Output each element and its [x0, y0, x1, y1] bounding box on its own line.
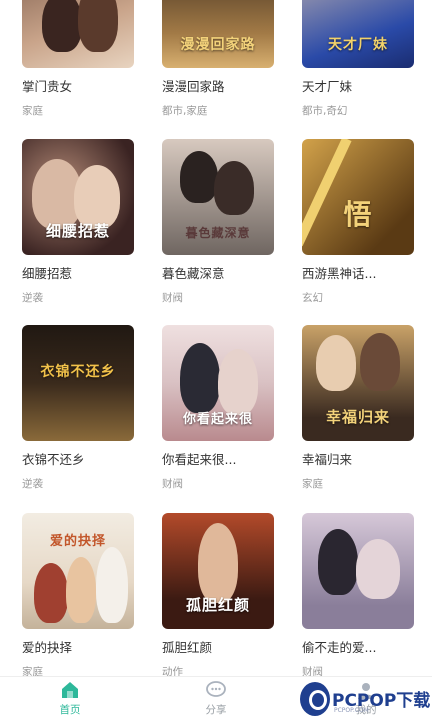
home-icon	[59, 680, 81, 700]
drama-title: 漫漫回家路	[162, 79, 225, 94]
drama-card[interactable]: 悟 西游黑神话... 玄幻	[302, 139, 414, 305]
drama-poster[interactable]: 天才厂妹	[302, 0, 414, 68]
drama-title: 暮色藏深意	[162, 266, 225, 281]
drama-title: 细腰招惹	[22, 266, 73, 281]
watermark-sub: PCPOP.COM	[334, 707, 369, 714]
drama-title: 你看起来很...	[162, 452, 237, 467]
drama-card[interactable]: 细腰招惹 细腰招惹 逆袭	[22, 139, 134, 305]
poster-title: 爱的抉择	[49, 534, 106, 549]
nav-home[interactable]: 首页	[40, 680, 100, 717]
poster-title: 细腰招惹	[45, 222, 110, 240]
drama-title: 幸福归来	[302, 452, 353, 467]
pcpop-logo-icon	[300, 682, 330, 716]
drama-tag: 财阀	[162, 292, 183, 304]
poster-title: 衣锦不还乡	[40, 364, 116, 380]
nav-share-label: 分享	[205, 704, 227, 716]
poster-title: 孤胆红颜	[185, 596, 250, 614]
drama-poster[interactable]: 孤胆红颜	[162, 513, 274, 629]
drama-poster[interactable]: 爱的抉择	[22, 513, 134, 629]
drama-poster[interactable]	[302, 513, 414, 629]
pcpop-watermark: PCPOP下载 PCPOP.COM	[300, 680, 432, 720]
drama-poster[interactable]: 漫漫回家路	[162, 0, 274, 68]
drama-title: 西游黑神话...	[302, 266, 377, 281]
drama-card[interactable]: 你看起来很 你看起来很... 财阀	[162, 325, 274, 491]
poster-title: 漫漫回家路	[180, 37, 256, 53]
chat-bubble-icon	[205, 680, 227, 700]
drama-poster[interactable]	[22, 0, 134, 68]
poster-title: 悟	[343, 198, 373, 231]
drama-card[interactable]: 掌门贵女 家庭	[22, 0, 134, 118]
drama-card[interactable]: 孤胆红颜 孤胆红颜 动作	[162, 513, 274, 679]
drama-tag: 逆袭	[22, 478, 43, 490]
drama-card[interactable]: 暮色藏深意 暮色藏深意 财阀	[162, 139, 274, 305]
drama-poster[interactable]: 衣锦不还乡	[22, 325, 134, 441]
drama-card[interactable]: 爱的抉择 爱的抉择 家庭	[22, 513, 134, 679]
drama-title: 偷不走的爱...	[302, 640, 377, 655]
poster-title: 幸福归来	[325, 408, 390, 426]
nav-home-label: 首页	[59, 704, 81, 716]
drama-tag: 家庭	[302, 478, 323, 490]
drama-title: 衣锦不还乡	[22, 452, 85, 467]
poster-title: 你看起来很	[182, 412, 253, 427]
drama-tag: 逆袭	[22, 292, 43, 304]
nav-share[interactable]: 分享	[186, 680, 246, 717]
drama-card[interactable]: 漫漫回家路 漫漫回家路 都市,家庭	[162, 0, 274, 118]
poster-title: 天才厂妹	[328, 37, 388, 53]
drama-title: 掌门贵女	[22, 79, 73, 94]
drama-tag: 家庭	[22, 105, 43, 117]
drama-card[interactable]: 天才厂妹 天才厂妹 都市,奇幻	[302, 0, 414, 118]
drama-poster[interactable]: 你看起来很	[162, 325, 274, 441]
drama-poster[interactable]: 幸福归来	[302, 325, 414, 441]
drama-card[interactable]: 偷不走的爱... 财阀	[302, 513, 414, 679]
drama-title: 孤胆红颜	[162, 640, 213, 655]
drama-tag: 财阀	[162, 478, 183, 490]
drama-poster[interactable]: 暮色藏深意	[162, 139, 274, 255]
drama-title: 天才厂妹	[302, 79, 353, 94]
drama-tag: 玄幻	[302, 292, 323, 304]
drama-poster[interactable]: 悟	[302, 139, 414, 255]
drama-tag: 都市,奇幻	[302, 105, 348, 117]
drama-card[interactable]: 衣锦不还乡 衣锦不还乡 逆袭	[22, 325, 134, 491]
poster-title: 暮色藏深意	[185, 226, 251, 240]
drama-card[interactable]: 幸福归来 幸福归来 家庭	[302, 325, 414, 491]
drama-title: 爱的抉择	[22, 640, 73, 655]
drama-tag: 都市,家庭	[162, 105, 208, 117]
drama-poster[interactable]: 细腰招惹	[22, 139, 134, 255]
